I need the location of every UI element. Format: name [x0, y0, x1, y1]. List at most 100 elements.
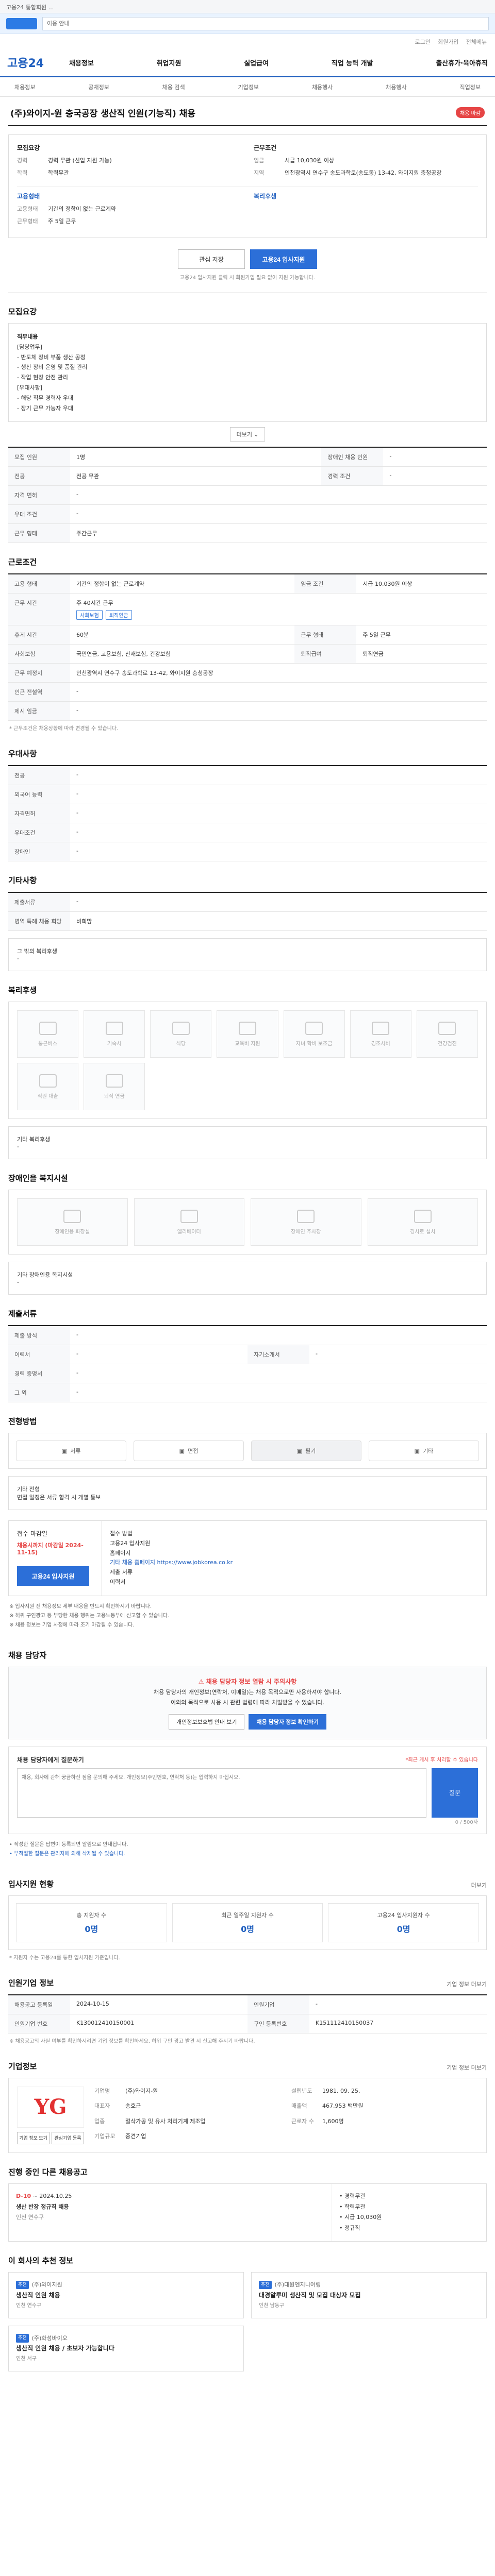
- stat-label: 최근 일주일 지원자 수: [221, 1911, 274, 1919]
- apply-button-2[interactable]: 고용24 입사지원: [17, 1566, 89, 1586]
- table-row: 모집 인원 1명 장애인 채용 인원 -: [8, 447, 487, 467]
- qualifications-table: 전공 - 외국어 능력 - 자격면허 - 우대조건 - 장애인 -: [8, 765, 487, 862]
- table-value: 주 5일 근무: [356, 625, 487, 645]
- inquiry-head: 채용 담당자에게 질문하기 *최근 게시 후 처리할 수 있습니다: [17, 1755, 478, 1764]
- section-title-company: 기업정보: [8, 2061, 37, 2071]
- table-value: -: [70, 485, 487, 505]
- apply-button[interactable]: 고용24 입사지원: [250, 249, 317, 269]
- summary-employ-title: 고용형태: [17, 193, 40, 200]
- ramp-icon: [414, 1209, 432, 1223]
- bus-icon: [39, 1021, 57, 1035]
- ongoing-card[interactable]: D-10 ~ 2024.10.25 생산 반장 정규직 채용 인천 연수구 • …: [8, 2183, 487, 2242]
- conditions-table: 고용 형태 기간의 정함이 없는 근로계약 임금 조건 시급 10,030원 이상 근…: [8, 573, 487, 721]
- exam-icon: ▣: [296, 1447, 303, 1454]
- table-value: -: [70, 1383, 487, 1403]
- company-meta-item: 매출액 467,953 백만원: [291, 2102, 478, 2114]
- site-logo[interactable]: 고용24: [7, 54, 69, 71]
- stat-label: 고용24 입사지원자 수: [377, 1911, 430, 1919]
- more-button[interactable]: 더보기 ⌄: [229, 427, 266, 442]
- bullet-item: ※ 입사지원 전 채용정보 세부 내용을 반드시 확인하시기 바랍니다.: [9, 1603, 152, 1609]
- applicants-more-link[interactable]: 더보기: [471, 1881, 487, 1895]
- facility-label: 경사로 설치: [410, 1229, 436, 1235]
- gnb-item-training[interactable]: 직업 능력 개발: [332, 58, 373, 67]
- method-option: ▣ 서류: [16, 1440, 126, 1462]
- parking-icon: [297, 1209, 315, 1223]
- ongoing-title: 생산 반장 정규직 채용: [16, 2203, 69, 2210]
- dormitory-icon: [105, 1021, 123, 1035]
- table-value: 1명: [70, 447, 322, 467]
- table-value: K151112410150037: [309, 2014, 487, 2033]
- table-value: -: [383, 447, 487, 467]
- util-signup-link[interactable]: 회원가입: [438, 38, 458, 45]
- save-button[interactable]: 관심 저장: [178, 249, 245, 269]
- privacy-guide-button[interactable]: 개인정보보호법 안내 보기: [169, 1714, 245, 1730]
- inquiry-title: 채용 담당자에게 질문하기: [17, 1756, 84, 1764]
- notice-input[interactable]: [42, 16, 489, 30]
- method-label: 필기: [305, 1448, 316, 1455]
- stat-value: 0명: [85, 1924, 98, 1934]
- summary-welfare-title: 복리후생: [254, 193, 277, 200]
- gnb-item-support[interactable]: 취업지원: [157, 58, 182, 67]
- ongoing-cond: • 정규직: [339, 2225, 360, 2232]
- manager-line: 채용 담당자의 개인정보(연락처, 이메일)는 채용 목적으로만 사용하셔야 합…: [154, 1689, 341, 1696]
- meta-key: 업종: [94, 2117, 105, 2125]
- apply-method-value: 고용24 입사지원: [110, 1540, 151, 1547]
- subnav-item-2[interactable]: 공채정보: [88, 83, 109, 91]
- table-key: 제출서류: [8, 892, 70, 912]
- subnav-item-1[interactable]: 채용정보: [14, 83, 35, 91]
- cafeteria-icon: [172, 1021, 190, 1035]
- subnav-item-7[interactable]: 직업정보: [459, 83, 480, 91]
- rec-title: 대경알루미 생산직 및 모집 대상자 모집: [259, 2292, 361, 2299]
- inquiry-note: *최근 게시 후 처리할 수 있습니다: [405, 1757, 478, 1763]
- company-logo-col: YG 기업 정보 보기 관심기업 등록: [17, 2086, 84, 2144]
- recruit-line: - 생산 장비 운영 및 품질 관리: [17, 364, 88, 371]
- recommend-card[interactable]: 추천 (주)화성바이오 생산직 인원 채용 / 초보자 가능합니다 인천 서구: [8, 2325, 244, 2372]
- apply-url-link[interactable]: 기타 채용 홈페이지 https://www.jobkorea.co.kr: [110, 1558, 478, 1568]
- inquiry-textarea[interactable]: [17, 1768, 426, 1818]
- company-follow-button[interactable]: 관심기업 등록: [52, 2131, 84, 2144]
- util-login-link[interactable]: 로그인: [415, 38, 431, 45]
- subnav-item-5[interactable]: 채용행사: [312, 83, 333, 91]
- meta-value: 1,600명: [322, 2117, 344, 2125]
- recruit-line: - 반도체 장비 부품 생산 공정: [17, 353, 86, 361]
- recommend-card[interactable]: 추천 (주)대원엔지니어링 대경알루미 생산직 및 모집 대상자 모집 인천 남동…: [251, 2272, 487, 2318]
- recommend-card[interactable]: 추천 (주)와이지원 생산직 인원 채용 인천 연수구: [8, 2272, 244, 2318]
- hr-more-link[interactable]: 기업 정보 더보기: [447, 1980, 487, 1994]
- subnav-item-6[interactable]: 채용행사: [386, 83, 406, 91]
- gnb-item-benefit[interactable]: 실업급여: [244, 58, 269, 67]
- util-allmenu-link[interactable]: 전체메뉴: [466, 38, 487, 45]
- interview-icon: ▣: [179, 1447, 185, 1454]
- summary-kv: 학력 학력무관: [17, 168, 241, 177]
- welfare-tile: 통근버스: [17, 1010, 79, 1058]
- company-info-button[interactable]: 기업 정보 보기: [17, 2131, 50, 2144]
- company-meta-item: 대표자 송호근: [94, 2102, 281, 2114]
- company-more-link[interactable]: 기업 정보 더보기: [447, 2063, 487, 2078]
- table-key: 장애인: [8, 842, 70, 862]
- view-manager-button[interactable]: 채용 담당자 정보 확인하기: [249, 1714, 326, 1730]
- gnb-item-jobs[interactable]: 채용정보: [69, 58, 94, 67]
- kv-key: 근무형태: [17, 218, 38, 225]
- kv-key: 지역: [254, 170, 265, 176]
- rec-company-row: 추천 (주)대원엔지니어링: [259, 2280, 479, 2290]
- table-key: 장애인 채용 인원: [321, 447, 384, 467]
- section-title-ongoing: 진행 중인 다른 채용공고: [8, 2167, 88, 2177]
- subnav-item-3[interactable]: 채용 검색: [162, 83, 185, 91]
- meta-value: 467,953 백만원: [322, 2103, 364, 2110]
- table-key: 근무 형태: [8, 523, 70, 544]
- cond-tags: 사회보험 퇴직연금: [76, 610, 481, 620]
- facility-label: 장애인용 화장실: [55, 1229, 90, 1235]
- subnav-item-4[interactable]: 기업정보: [238, 83, 258, 91]
- inquiry-row: 질문: [17, 1768, 478, 1818]
- summary-kv: 경력 경력 무관 (신입 지원 가능): [17, 156, 241, 164]
- inquiry-submit-button[interactable]: 질문: [432, 1768, 478, 1818]
- etc-table: 제출서류 - 병역 특례 채용 희망 비희망: [8, 892, 487, 931]
- rec-company: (주)와이지원: [31, 2281, 62, 2289]
- table-key: 그 외: [8, 1383, 70, 1403]
- manager-buttons: 개인정보보호법 안내 보기 채용 담당자 정보 확인하기: [18, 1714, 477, 1730]
- meta-value: 절삭가공 및 유사 처리기계 제조업: [125, 2117, 206, 2125]
- manager-line: 이외의 목적으로 사용 시 관련 법령에 따라 처벌받을 수 있습니다.: [170, 1699, 325, 1706]
- recruit-table: 모집 인원 1명 장애인 채용 인원 - 전공 전공 무관 경력 조건 - 자격 면허 - 우…: [8, 447, 487, 544]
- welfare-label: 건강검진: [438, 1041, 457, 1047]
- applicants-note: * 지원자 수는 고용24를 통한 입사지원 기준입니다.: [9, 1955, 120, 1961]
- gnb-item-leave[interactable]: 출산휴가·육아휴직: [436, 58, 488, 67]
